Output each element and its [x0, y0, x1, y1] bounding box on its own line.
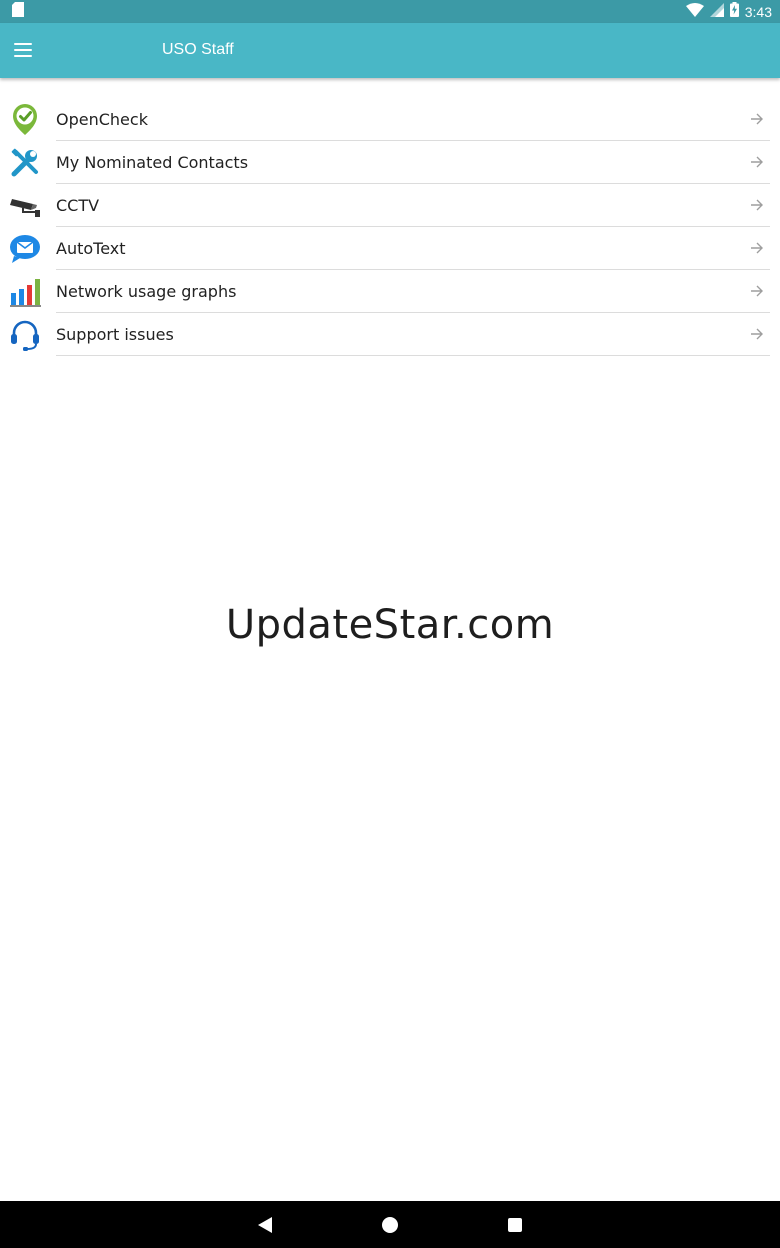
arrow-right-icon	[751, 285, 763, 297]
message-envelope-icon	[8, 232, 41, 265]
menu-item-nominated-contacts[interactable]: My Nominated Contacts	[0, 141, 780, 184]
app-title: USO Staff	[162, 41, 234, 58]
headset-icon	[8, 318, 41, 351]
menu-item-opencheck[interactable]: OpenCheck	[0, 98, 780, 141]
home-button[interactable]	[382, 1217, 398, 1233]
app-bar: USO Staff	[0, 23, 780, 78]
recents-button[interactable]	[508, 1218, 522, 1232]
battery-charging-icon	[729, 2, 739, 21]
menu-item-network-usage-graphs[interactable]: Network usage graphs	[0, 270, 780, 313]
menu-list: OpenCheck My Nominated Contacts CCTV Aut…	[0, 98, 780, 356]
signal-icon	[709, 2, 724, 21]
menu-item-label: Network usage graphs	[56, 281, 237, 301]
menu-item-label: OpenCheck	[56, 109, 148, 129]
menu-item-label: AutoText	[56, 238, 126, 258]
tools-icon	[8, 146, 41, 179]
check-shield-icon	[8, 103, 41, 136]
menu-item-autotext[interactable]: AutoText	[0, 227, 780, 270]
menu-item-label: Support issues	[56, 324, 174, 344]
status-icons: 3:43	[685, 2, 772, 21]
arrow-right-icon	[751, 242, 763, 254]
menu-item-row: Network usage graphs	[56, 270, 770, 313]
menu-item-row: Support issues	[56, 313, 770, 356]
status-bar: 3:43	[0, 0, 780, 23]
menu-item-label: My Nominated Contacts	[56, 152, 249, 172]
status-time: 3:43	[744, 3, 772, 20]
sd-card-icon	[12, 2, 24, 21]
cctv-camera-icon	[8, 189, 41, 222]
menu-item-row: AutoText	[56, 227, 770, 270]
menu-item-cctv[interactable]: CCTV	[0, 184, 780, 227]
arrow-right-icon	[751, 328, 763, 340]
hamburger-menu-icon[interactable]	[14, 43, 32, 57]
menu-item-row: My Nominated Contacts	[56, 141, 770, 184]
arrow-right-icon	[751, 113, 763, 125]
arrow-right-icon	[751, 156, 763, 168]
menu-item-row: OpenCheck	[56, 98, 770, 141]
menu-item-support-issues[interactable]: Support issues	[0, 313, 780, 356]
back-button[interactable]	[258, 1217, 272, 1233]
arrow-right-icon	[751, 199, 763, 211]
watermark-text: UpdateStar.com	[225, 602, 555, 648]
bar-chart-icon	[8, 275, 41, 308]
menu-item-label: CCTV	[56, 195, 100, 215]
wifi-icon	[685, 2, 704, 21]
navigation-bar	[0, 1201, 780, 1248]
menu-item-row: CCTV	[56, 184, 770, 227]
